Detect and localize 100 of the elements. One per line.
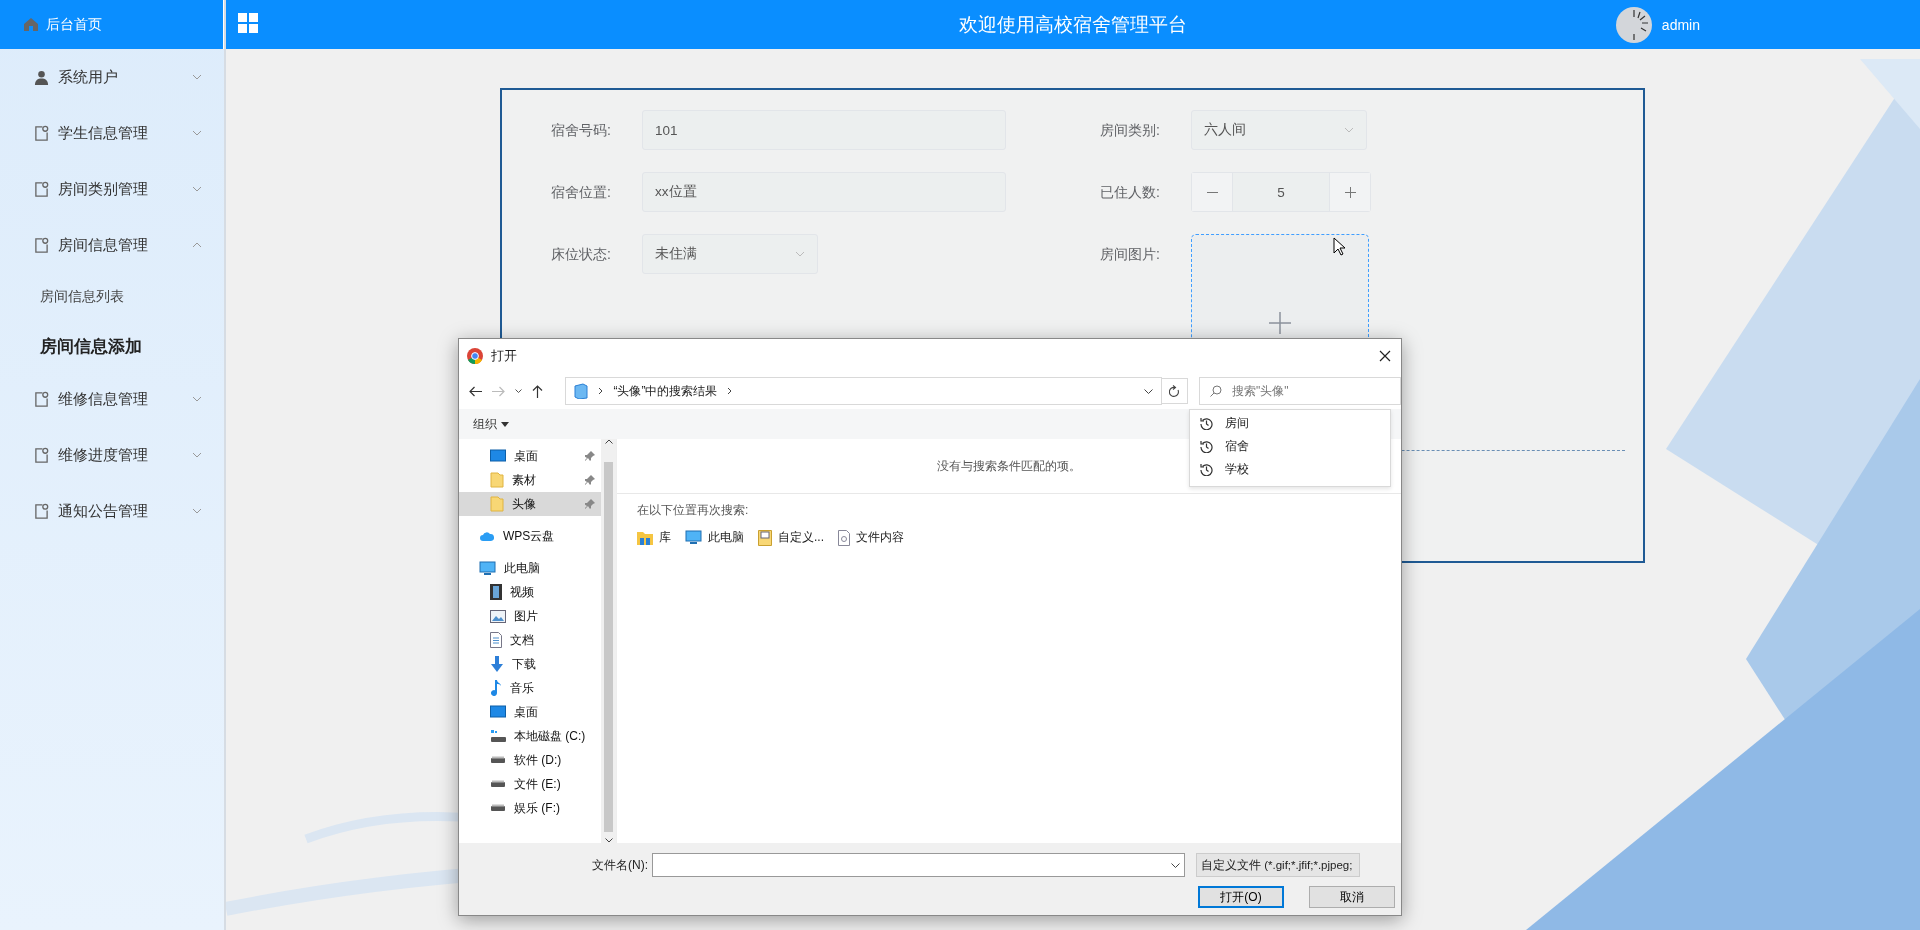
document-icon [34,503,49,519]
suggestion-item[interactable]: 房间 [1190,412,1390,435]
menu-item[interactable]: 学生信息管理 [0,105,224,161]
nav-item[interactable]: 下载 [459,652,601,676]
drive-icon [490,780,506,788]
chevron-down-icon [604,838,613,843]
search-field[interactable]: 搜索"头像" [1199,377,1401,405]
cube-icon [574,383,589,399]
field-label: 宿舍位置: [551,183,612,202]
filename-label: 文件名(N): [591,856,649,874]
location-link[interactable]: 库 [637,529,671,546]
chevron-up-icon [192,242,202,248]
select-field[interactable]: 六人间 [1191,110,1367,150]
nav-item[interactable]: 文档 [459,628,601,652]
home-icon [24,18,38,31]
dialog-button[interactable]: 打开(O) [1198,886,1284,908]
avatar-icon [1615,6,1652,43]
chevron-down-icon [192,508,202,514]
history-icon [1200,417,1213,430]
film-icon [490,584,502,600]
drive-icon [490,729,506,743]
field-label: 宿舍号码: [551,121,612,140]
nav-item[interactable]: 软件 (D:) [459,748,601,772]
back-arrow-icon [469,385,482,397]
forward-arrow-icon [492,385,505,397]
chevron-down-icon [1344,127,1354,133]
user-icon [34,69,49,85]
chevron-down-icon [192,186,202,192]
field-label: 房间图片: [1100,245,1161,264]
nav-item[interactable]: 头像 [459,492,601,516]
submenu-item[interactable]: 房间信息添加 [0,321,224,371]
filename-field[interactable] [652,853,1185,877]
nav-item[interactable]: 此电脑 [459,556,601,580]
submenu-item[interactable]: 房间信息列表 [0,273,224,321]
document-icon [34,391,49,407]
nav-item[interactable]: WPS云盘 [459,524,601,548]
close-button[interactable] [1379,350,1391,362]
nav-item[interactable]: 娱乐 (F:) [459,796,601,820]
refresh-icon [1169,384,1181,398]
drive-icon [490,804,506,812]
download-icon [490,656,504,672]
drive-icon [490,756,506,764]
menu-item[interactable]: 维修信息管理 [0,371,224,427]
location-link[interactable]: 自定义... [758,529,824,546]
chevron-right-icon [598,387,604,395]
menu-item[interactable]: 房间信息管理 [0,217,224,273]
menu-item[interactable]: 维修进度管理 [0,427,224,483]
folder-icon [758,529,772,546]
chevron-down-icon [192,452,202,458]
document-icon [34,125,49,141]
pin-icon [585,499,595,509]
menu-item[interactable]: 通知公告管理 [0,483,224,539]
document-icon [34,181,49,197]
suggestion-item[interactable]: 宿舍 [1190,435,1390,458]
history-icon [1200,463,1213,476]
computer-icon [685,530,702,545]
select-field[interactable]: 未住满 [642,234,818,274]
page-title: 欢迎使用高校宿舍管理平台 [959,12,1187,37]
nav-item[interactable]: 桌面 [459,444,601,468]
nav-item[interactable]: 素材 [459,468,601,492]
nav-item[interactable]: 本地磁盘 (C:) [459,724,601,748]
location-link[interactable]: 文件内容 [838,529,904,546]
location-link[interactable]: 此电脑 [685,529,744,546]
chevron-right-icon [727,387,733,395]
chevron-down-icon [1171,862,1180,868]
dialog-title: 打开 [491,347,517,365]
document-icon [34,237,49,253]
chevron-down-icon [192,74,202,80]
plus-icon [1344,186,1356,198]
caret-icon [501,421,509,427]
organize-menu[interactable]: 组织 [473,415,509,433]
document-icon [490,632,502,648]
caret-icon [515,389,522,393]
refresh-button[interactable] [1162,378,1188,404]
nav-item[interactable]: 文件 (E:) [459,772,601,796]
text-field[interactable]: 101 [642,110,1006,150]
file-icon [838,529,850,546]
dialog-button[interactable]: 取消 [1309,886,1395,908]
library-icon [637,530,653,545]
field-label: 已住人数: [1100,183,1161,202]
nav-item[interactable]: 图片 [459,604,601,628]
filetype-select[interactable]: 自定义文件 (*.gif;*.jfif;*.pjpeg; [1196,853,1360,877]
menu-item[interactable]: 系统用户 [0,49,224,105]
nav-item[interactable]: 视频 [459,580,601,604]
scrollbar[interactable] [601,439,616,843]
cursor-icon [1333,237,1346,256]
music-note-icon [490,680,502,696]
chevron-down-icon [192,396,202,402]
chevron-up-icon [604,439,613,444]
text-field[interactable]: xx位置 [642,172,1006,212]
chevron-down-icon [192,130,202,136]
document-icon [34,447,49,463]
address-bar[interactable]: “头像”中的搜索结果 [565,377,1163,405]
suggestion-item[interactable]: 学校 [1190,458,1390,481]
nav-item[interactable]: 桌面 [459,700,601,724]
menu-item[interactable]: 房间类别管理 [0,161,224,217]
pin-icon [585,475,595,485]
computer-icon [479,560,496,576]
empty-message: 没有与搜索条件匹配的项。 [937,457,1081,475]
nav-item[interactable]: 音乐 [459,676,601,700]
